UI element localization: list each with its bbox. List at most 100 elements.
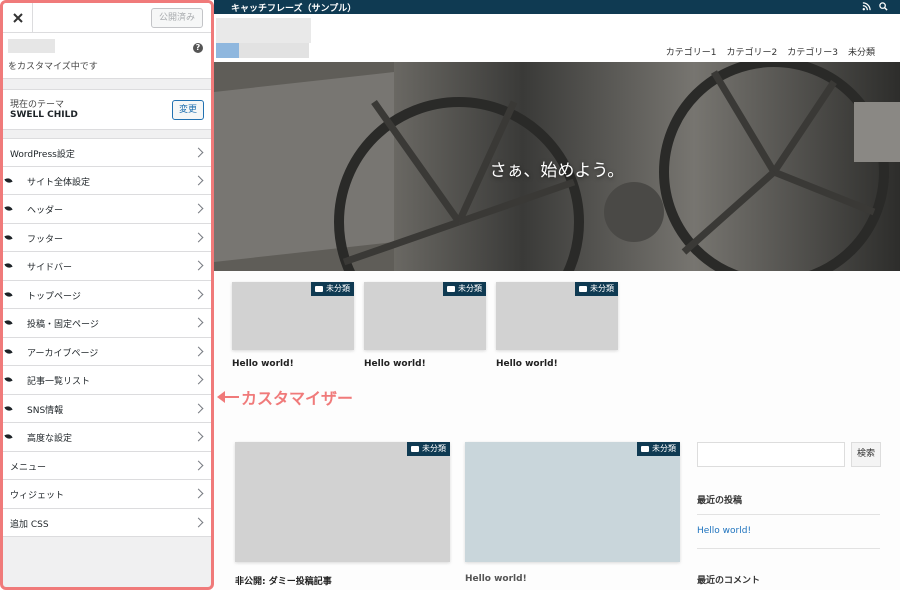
- menu-item-label: 投稿・固定ページ: [27, 320, 99, 330]
- arrow-left-icon: [217, 391, 239, 403]
- chevron-right-icon: [193, 517, 204, 527]
- rss-icon[interactable]: [862, 2, 871, 11]
- recent-post-link[interactable]: Hello world!: [697, 526, 751, 536]
- category-label: 未分類: [590, 284, 614, 293]
- chevron-right-icon: [193, 403, 204, 413]
- top-bar: キャッチフレーズ（サンプル）: [214, 0, 900, 14]
- menu-item-label: WordPress設定: [10, 150, 75, 160]
- recent-posts-heading: 最近の投稿: [697, 496, 743, 506]
- menu-item-footer[interactable]: フッター: [3, 223, 211, 252]
- chevron-right-icon: [193, 346, 204, 356]
- post-title[interactable]: Hello world!: [232, 359, 294, 369]
- swell-leaf-icon: [4, 261, 13, 270]
- menu-item-post-list[interactable]: 記事一覧リスト: [3, 366, 211, 395]
- post-title[interactable]: Hello world!: [465, 574, 527, 584]
- nav-item-category-3[interactable]: カテゴリー3: [787, 45, 838, 58]
- post-card[interactable]: 未分類 Hello world!: [364, 282, 486, 374]
- chevron-right-icon: [193, 203, 204, 214]
- site-name-blurred: [8, 39, 55, 53]
- post-card[interactable]: 未分類 Hello world!: [496, 282, 618, 374]
- menu-item-label: トップページ: [27, 291, 81, 302]
- chevron-right-icon: [193, 147, 204, 158]
- site-logo-part: [239, 43, 309, 58]
- menu-item-widgets[interactable]: ウィジェット: [3, 480, 211, 509]
- menu-item-sns-info[interactable]: SNS情報: [3, 394, 211, 423]
- menu-item-menus[interactable]: メニュー: [3, 451, 211, 480]
- site-tagline: キャッチフレーズ（サンプル）: [231, 4, 357, 14]
- customizer-header: 公開済み: [3, 3, 211, 33]
- category-label: 未分類: [458, 284, 482, 293]
- site-preview: キャッチフレーズ（サンプル） カテゴリー1 カテゴリー2 カテゴリー3 未分類 …: [214, 0, 900, 590]
- site-info: をカスタマイズ中です ?: [3, 33, 211, 79]
- nav-item-category-2[interactable]: カテゴリー2: [727, 45, 778, 58]
- help-icon[interactable]: ?: [193, 43, 203, 53]
- current-theme-name: SWELL CHILD: [10, 110, 78, 120]
- chevron-right-icon: [193, 431, 204, 442]
- search-input[interactable]: [697, 442, 845, 467]
- annotation-label: カスタマイザー: [241, 389, 354, 408]
- menu-item-sidebar[interactable]: サイドバー: [3, 252, 211, 281]
- current-theme-label: 現在のテーマ: [10, 100, 65, 110]
- menu-item-label: 記事一覧リスト: [27, 377, 91, 387]
- post-thumbnail: 未分類: [364, 282, 486, 350]
- main-visual: さぁ、始めよう。: [214, 62, 900, 271]
- menu-item-label: メニュー: [10, 462, 47, 473]
- nav-item-uncategorized[interactable]: 未分類: [848, 45, 875, 58]
- menu-item-label: SNS情報: [27, 405, 64, 416]
- post-thumbnail: 未分類: [496, 282, 618, 350]
- global-nav: カテゴリー1 カテゴリー2 カテゴリー3 未分類: [666, 45, 875, 58]
- chevron-right-icon: [193, 260, 204, 271]
- menu-item-header[interactable]: ヘッダー: [3, 195, 211, 224]
- nav-item-category-1[interactable]: カテゴリー1: [666, 45, 717, 58]
- post-title[interactable]: Hello world!: [364, 359, 426, 369]
- customizer-panel: 公開済み をカスタマイズ中です ? 現在のテーマ SWELL CHILD 変更 …: [0, 0, 214, 590]
- menu-item-additional-css[interactable]: 追加 CSS: [3, 508, 211, 537]
- chevron-right-icon: [193, 488, 204, 499]
- customizer-menu: WordPress設定 サイト全体設定 ヘッダー フッター サイドバー トップペ…: [3, 138, 211, 537]
- swell-leaf-icon: [4, 347, 13, 355]
- search-icon[interactable]: [879, 2, 888, 11]
- menu-item-archive-page[interactable]: アーカイブページ: [3, 337, 211, 366]
- chevron-right-icon: [193, 374, 204, 385]
- close-button[interactable]: [3, 3, 33, 32]
- search-button[interactable]: 検索: [851, 442, 881, 467]
- swell-leaf-icon: [4, 176, 13, 184]
- customizing-text: をカスタマイズ中です: [8, 62, 98, 72]
- divider: [697, 514, 880, 515]
- post-card[interactable]: 未分類 非公開: ダミー投稿記事: [235, 442, 450, 587]
- publish-button[interactable]: 公開済み: [150, 8, 203, 28]
- chevron-right-icon: [193, 289, 204, 299]
- menu-item-site-settings[interactable]: サイト全体設定: [3, 166, 211, 195]
- swell-leaf-icon: [4, 404, 13, 412]
- menu-item-posts-pages[interactable]: 投稿・固定ページ: [3, 309, 211, 338]
- folder-icon: [447, 286, 455, 292]
- site-header: カテゴリー1 カテゴリー2 カテゴリー3 未分類: [214, 14, 900, 62]
- post-card[interactable]: 未分類 Hello world!: [232, 282, 354, 374]
- post-title[interactable]: 非公開: ダミー投稿記事: [235, 574, 332, 587]
- folder-icon: [411, 446, 419, 452]
- menu-item-advanced-settings[interactable]: 高度な設定: [3, 423, 211, 452]
- site-logo-accent: [216, 43, 239, 58]
- hero-title: さぁ、始めよう。: [489, 161, 625, 181]
- menu-item-label: フッター: [27, 234, 64, 245]
- category-label: 未分類: [326, 284, 350, 293]
- chevron-right-icon: [193, 232, 204, 242]
- site-logo[interactable]: [216, 18, 311, 43]
- category-badge: 未分類: [311, 282, 354, 296]
- post-title[interactable]: Hello world!: [496, 359, 558, 369]
- menu-item-label: ヘッダー: [27, 206, 64, 216]
- swell-leaf-icon: [4, 375, 13, 384]
- menu-item-label: アーカイブページ: [27, 348, 99, 359]
- folder-icon: [579, 286, 587, 292]
- change-theme-button[interactable]: 変更: [172, 100, 204, 120]
- menu-item-top-page[interactable]: トップページ: [3, 280, 211, 309]
- current-theme-section: 現在のテーマ SWELL CHILD 変更: [3, 89, 211, 130]
- swell-leaf-icon: [4, 432, 13, 441]
- menu-item-wordpress-settings[interactable]: WordPress設定: [3, 138, 211, 167]
- category-label: 未分類: [652, 444, 676, 453]
- menu-item-label: ウィジェット: [10, 491, 65, 501]
- folder-icon: [315, 286, 323, 292]
- post-card[interactable]: 未分類 Hello world!: [465, 442, 680, 587]
- menu-item-label: 高度な設定: [27, 434, 73, 444]
- post-thumbnail: 未分類: [235, 442, 450, 562]
